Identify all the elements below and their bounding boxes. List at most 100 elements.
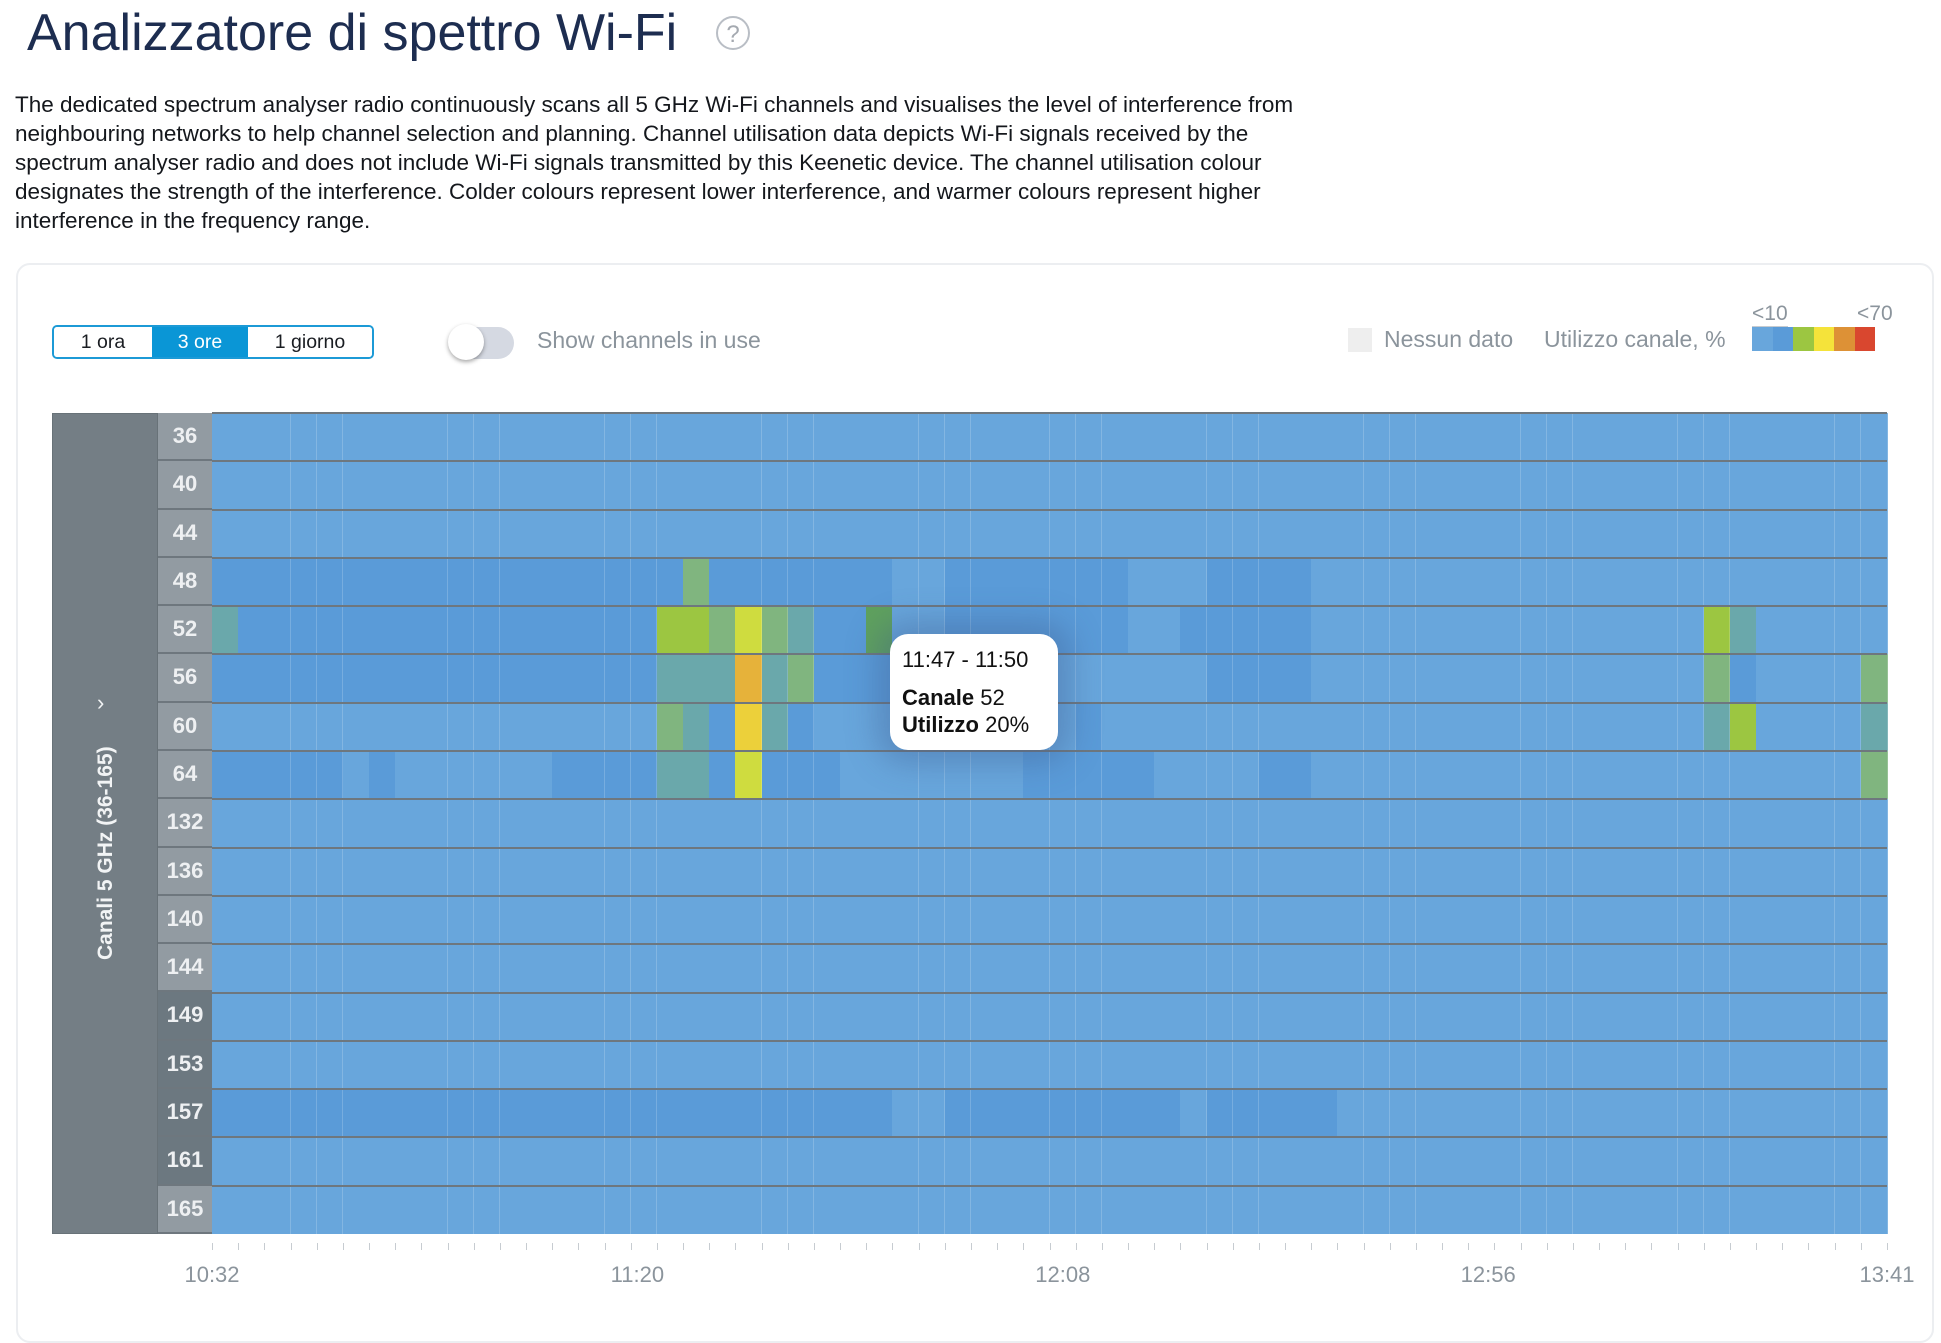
heatmap-cell[interactable] <box>369 1089 396 1138</box>
heatmap-cell[interactable] <box>656 1089 684 1138</box>
heatmap-cell[interactable] <box>1625 702 1652 752</box>
heatmap-cell[interactable] <box>212 895 239 945</box>
heatmap-cell[interactable] <box>1860 895 1888 945</box>
heatmap-cell[interactable] <box>1363 1040 1391 1090</box>
heatmap-cell[interactable] <box>1258 992 1286 1041</box>
heatmap-cell[interactable] <box>1651 654 1679 703</box>
heatmap-cell[interactable] <box>1782 895 1809 945</box>
heatmap-cell[interactable] <box>1337 557 1365 607</box>
heatmap-cell[interactable] <box>1808 944 1836 993</box>
heatmap-cell[interactable] <box>1232 509 1260 558</box>
heatmap-cell[interactable] <box>656 461 684 510</box>
heatmap-cell[interactable] <box>813 461 841 510</box>
heatmap-cell[interactable] <box>761 751 789 800</box>
heatmap-cell[interactable] <box>1520 992 1548 1041</box>
heatmap-cell[interactable] <box>1756 1137 1783 1186</box>
heatmap-cell[interactable] <box>1756 606 1783 655</box>
heatmap-cell[interactable] <box>735 847 763 896</box>
heatmap-cell[interactable] <box>552 1137 579 1186</box>
heatmap-cell[interactable] <box>1285 606 1312 655</box>
heatmap-cell[interactable] <box>709 1137 736 1186</box>
heatmap-cell[interactable] <box>1651 1089 1679 1138</box>
heatmap-cell[interactable] <box>1363 557 1391 607</box>
heatmap-cell[interactable] <box>369 799 396 848</box>
heatmap-cell[interactable] <box>264 1089 292 1138</box>
heatmap-cell[interactable] <box>1285 895 1312 945</box>
heatmap-cell[interactable] <box>1520 847 1548 896</box>
heatmap-cell[interactable] <box>1546 895 1574 945</box>
heatmap-cell[interactable] <box>526 654 553 703</box>
heatmap-cell[interactable] <box>526 557 553 607</box>
heatmap-cell[interactable] <box>1154 1137 1181 1186</box>
heatmap-cell[interactable] <box>1154 1185 1181 1234</box>
heatmap-cell[interactable] <box>1415 557 1443 607</box>
heatmap-cell[interactable] <box>892 557 920 607</box>
heatmap-cell[interactable] <box>316 1137 344 1186</box>
heatmap-cell[interactable] <box>787 944 815 993</box>
heatmap-cell[interactable] <box>787 1185 815 1234</box>
heatmap-cell[interactable] <box>1834 847 1862 896</box>
heatmap-cell[interactable] <box>1651 751 1679 800</box>
heatmap-cell[interactable] <box>1651 1040 1679 1090</box>
heatmap-cell[interactable] <box>1180 557 1208 607</box>
heatmap-cell[interactable] <box>1729 654 1757 703</box>
heatmap-cell[interactable] <box>892 799 920 848</box>
heatmap-cell[interactable] <box>709 557 736 607</box>
heatmap-cell[interactable] <box>1389 654 1417 703</box>
heatmap-cell[interactable] <box>813 847 841 896</box>
heatmap-cell[interactable] <box>1101 1137 1129 1186</box>
heatmap-cell[interactable] <box>369 1040 396 1090</box>
heatmap-cell[interactable] <box>1180 944 1208 993</box>
heatmap-cell[interactable] <box>997 1089 1024 1138</box>
heatmap-cell[interactable] <box>1415 1137 1443 1186</box>
heatmap-cell[interactable] <box>1442 461 1469 510</box>
heatmap-cell[interactable] <box>1860 606 1888 655</box>
heatmap-cell[interactable] <box>1599 992 1626 1041</box>
heatmap-cell[interactable] <box>892 992 920 1041</box>
heatmap-cell[interactable] <box>1729 509 1757 558</box>
heatmap-cell[interactable] <box>290 751 318 800</box>
heatmap-cell[interactable] <box>630 1137 658 1186</box>
heatmap-cell[interactable] <box>1415 413 1443 462</box>
heatmap-cell[interactable] <box>264 1185 292 1234</box>
heatmap-cell[interactable] <box>1128 1040 1155 1090</box>
heatmap-cell[interactable] <box>1468 606 1495 655</box>
heatmap-cell[interactable] <box>1154 1040 1181 1090</box>
heatmap-cell[interactable] <box>970 557 998 607</box>
heatmap-cell[interactable] <box>238 944 265 993</box>
heatmap-cell[interactable] <box>1311 461 1338 510</box>
heatmap-grid[interactable] <box>212 412 1888 1234</box>
heatmap-cell[interactable] <box>787 799 815 848</box>
heatmap-cell[interactable] <box>840 461 867 510</box>
heatmap-cell[interactable] <box>552 992 579 1041</box>
heatmap-cell[interactable] <box>1468 944 1495 993</box>
heatmap-cell[interactable] <box>761 654 789 703</box>
heatmap-cell[interactable] <box>1677 847 1705 896</box>
heatmap-cell[interactable] <box>1834 606 1862 655</box>
heatmap-cell[interactable] <box>1599 557 1626 607</box>
heatmap-cell[interactable] <box>369 895 396 945</box>
heatmap-cell[interactable] <box>1546 702 1574 752</box>
heatmap-cell[interactable] <box>1180 751 1208 800</box>
heatmap-cell[interactable] <box>709 606 736 655</box>
heatmap-cell[interactable] <box>866 944 893 993</box>
heatmap-cell[interactable] <box>1049 557 1077 607</box>
heatmap-cell[interactable] <box>683 799 710 848</box>
heatmap-cell[interactable] <box>1860 509 1888 558</box>
heatmap-cell[interactable] <box>1703 413 1731 462</box>
heatmap-cell[interactable] <box>1599 1137 1626 1186</box>
heatmap-cell[interactable] <box>552 1040 579 1090</box>
heatmap-cell[interactable] <box>1651 1137 1679 1186</box>
heatmap-cell[interactable] <box>1180 992 1208 1041</box>
heatmap-cell[interactable] <box>473 847 501 896</box>
heatmap-cell[interactable] <box>526 992 553 1041</box>
heatmap-cell[interactable] <box>1049 1185 1077 1234</box>
heatmap-cell[interactable] <box>683 944 710 993</box>
heatmap-cell[interactable] <box>578 847 606 896</box>
heatmap-cell[interactable] <box>421 606 449 655</box>
heatmap-cell[interactable] <box>866 1089 893 1138</box>
heatmap-cell[interactable] <box>1389 1185 1417 1234</box>
heatmap-cell[interactable] <box>1442 1089 1469 1138</box>
heatmap-cell[interactable] <box>447 654 475 703</box>
heatmap-cell[interactable] <box>1572 557 1600 607</box>
